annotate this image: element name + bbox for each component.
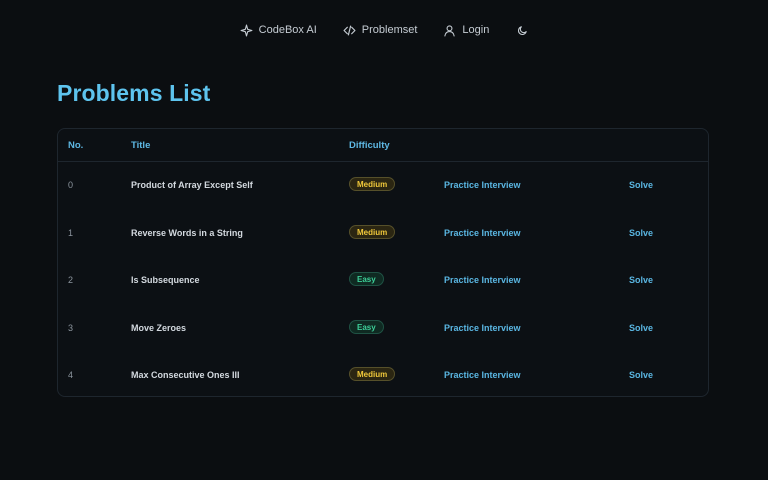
table-row: 2 Is Subsequence Easy Practice Interview… bbox=[58, 257, 708, 305]
code-icon bbox=[343, 24, 356, 37]
moon-icon bbox=[517, 25, 528, 36]
practice-interview-link[interactable]: Practice Interview bbox=[444, 228, 521, 238]
row-number: 3 bbox=[68, 322, 74, 333]
header-no: No. bbox=[68, 140, 84, 151]
difficulty-badge: Easy bbox=[349, 319, 384, 334]
row-number: 2 bbox=[68, 275, 74, 285]
row-number: 1 bbox=[68, 227, 74, 238]
table-row: 0 Product of Array Except Self Medium Pr… bbox=[58, 162, 708, 210]
problem-title: Max Consecutive Ones III bbox=[131, 370, 240, 380]
header-difficulty: Difficulty bbox=[349, 140, 390, 151]
nav-label-codebox-ai: CodeBox AI bbox=[258, 24, 317, 36]
solve-link[interactable]: Solve bbox=[629, 228, 653, 238]
problem-title: Is Subsequence bbox=[131, 275, 200, 285]
sparkle-icon bbox=[240, 24, 253, 37]
row-number: 4 bbox=[68, 370, 74, 380]
problem-title: Product of Array Except Self bbox=[131, 180, 253, 190]
table-row: 1 Reverse Words in a String Medium Pract… bbox=[58, 210, 708, 258]
nav-item-problemset[interactable]: Problemset bbox=[343, 24, 418, 37]
page-title: Problems List bbox=[57, 80, 211, 106]
nav-item-login[interactable]: Login bbox=[443, 24, 489, 37]
nav-label-problemset: Problemset bbox=[361, 24, 418, 36]
theme-toggle-button[interactable] bbox=[517, 25, 528, 36]
practice-interview-link[interactable]: Practice Interview bbox=[444, 180, 521, 190]
problem-title: Reverse Words in a String bbox=[131, 227, 243, 238]
table-header: No. Title Difficulty bbox=[58, 129, 708, 162]
difficulty-badge: Medium bbox=[349, 224, 396, 239]
problems-table: No. Title Difficulty 0 Product of Array … bbox=[57, 128, 709, 397]
top-nav: CodeBox AI Problemset Login bbox=[0, 0, 768, 60]
practice-interview-link[interactable]: Practice Interview bbox=[444, 370, 521, 380]
nav-item-codebox-ai[interactable]: CodeBox AI bbox=[240, 24, 317, 37]
table-row: 3 Move Zeroes Easy Practice Interview So… bbox=[58, 305, 708, 353]
solve-link[interactable]: Solve bbox=[629, 275, 653, 285]
difficulty-badge: Medium bbox=[349, 177, 396, 191]
solve-link[interactable]: Solve bbox=[629, 180, 653, 190]
table-row: 4 Max Consecutive Ones III Medium Practi… bbox=[58, 352, 708, 396]
nav-label-login: Login bbox=[462, 24, 490, 36]
header-title: Title bbox=[131, 140, 151, 151]
practice-interview-link[interactable]: Practice Interview bbox=[444, 275, 521, 285]
solve-link[interactable]: Solve bbox=[629, 323, 653, 333]
practice-interview-link[interactable]: Practice Interview bbox=[444, 323, 521, 333]
solve-link[interactable]: Solve bbox=[629, 370, 653, 380]
problem-title: Move Zeroes bbox=[131, 322, 187, 333]
row-number: 0 bbox=[68, 180, 74, 190]
user-icon bbox=[443, 24, 456, 37]
difficulty-badge: Easy bbox=[349, 272, 384, 286]
difficulty-badge: Medium bbox=[349, 367, 396, 381]
